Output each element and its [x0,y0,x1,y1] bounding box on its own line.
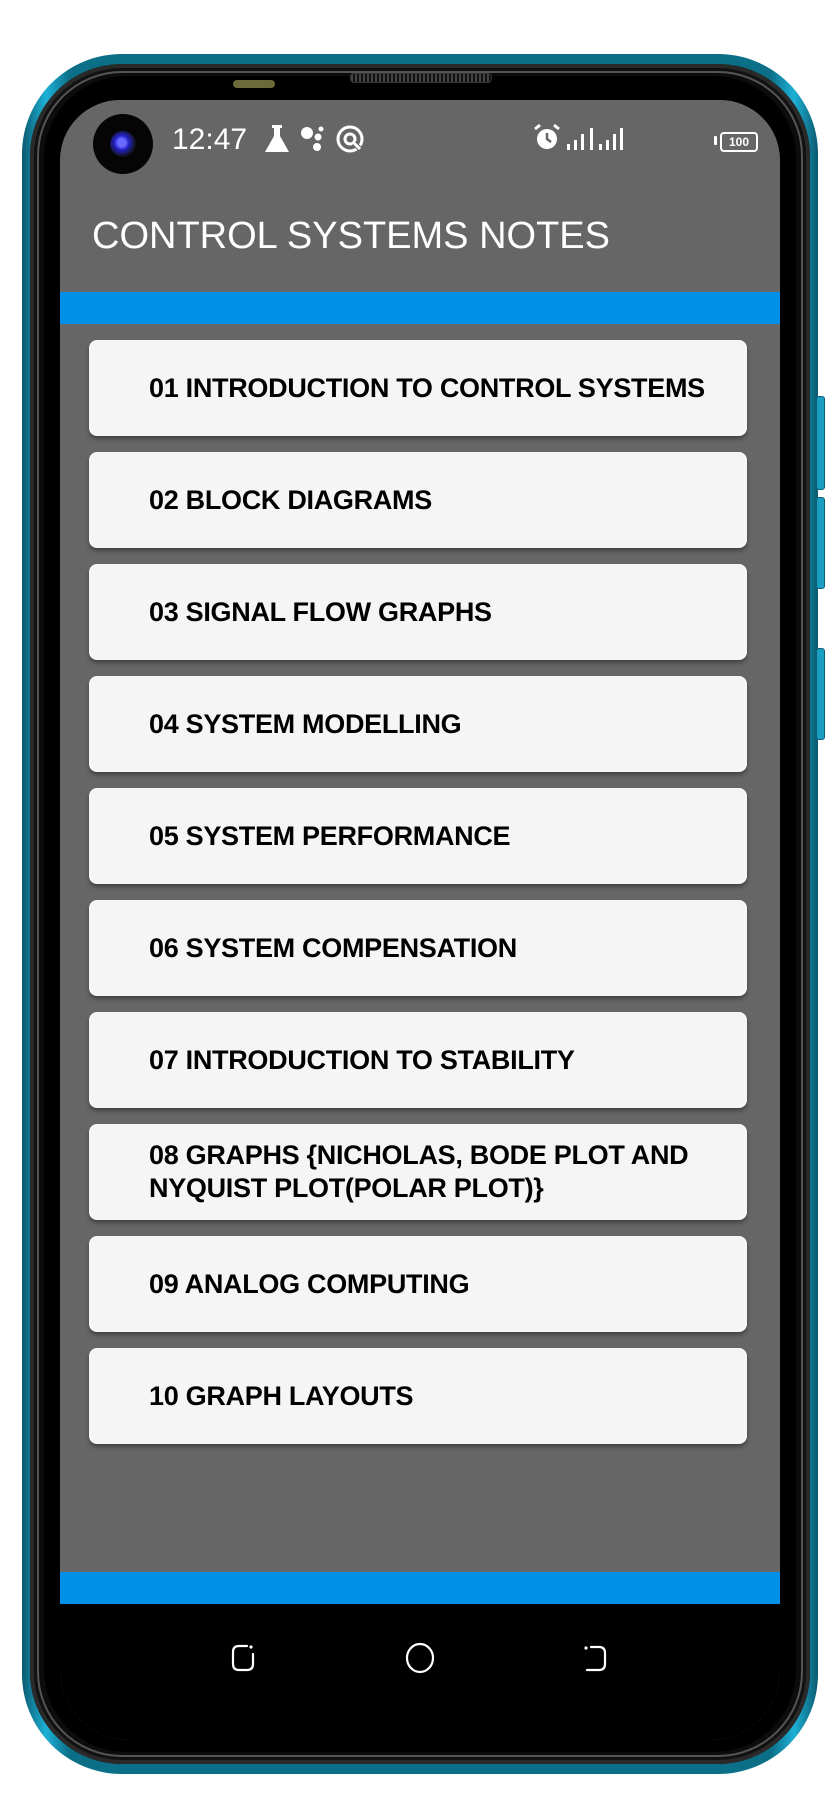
flask-icon [265,125,289,152]
chapter-label: 02 BLOCK DIAGRAMS [149,484,432,515]
front-camera [93,114,153,174]
earpiece-speaker [350,73,492,83]
battery-nub [714,136,717,145]
chapter-item[interactable]: 06 SYSTEM COMPENSATION [89,900,747,996]
chapter-item[interactable]: 10 GRAPH LAYOUTS [89,1348,747,1444]
recents-button[interactable] [221,1636,265,1680]
navigation-bar [60,1604,780,1740]
chapter-label: 06 SYSTEM COMPENSATION [149,932,517,963]
chapter-label: 07 INTRODUCTION TO STABILITY [149,1044,575,1075]
back-button[interactable] [573,1636,617,1680]
chapter-item[interactable]: 03 SIGNAL FLOW GRAPHS [89,564,747,660]
chapter-label: 04 SYSTEM MODELLING [149,708,462,739]
battery-icon: 100 [720,132,758,152]
chapter-item[interactable]: 05 SYSTEM PERFORMANCE [89,788,747,884]
home-button[interactable] [398,1636,442,1680]
volume-up-button [816,396,825,490]
chapter-item[interactable]: 02 BLOCK DIAGRAMS [89,452,747,548]
proximity-sensor [233,80,275,88]
chapter-item[interactable]: 08 GRAPHS {NICHOLAS, BODE PLOT AND NYQUI… [89,1124,747,1220]
volume-down-button [816,497,825,589]
chapter-item[interactable]: 09 ANALOG COMPUTING [89,1236,747,1332]
status-time: 12:47 [172,123,248,156]
chapter-label: 10 GRAPH LAYOUTS [149,1380,414,1411]
chapter-label: 01 INTRODUCTION TO CONTROL SYSTEMS [149,372,705,403]
status-bar: 12:47 100 [60,100,780,180]
chapter-label: 05 SYSTEM PERFORMANCE [149,820,511,851]
signal-sim2-icon [599,128,623,150]
power-button [816,648,825,740]
chapter-item[interactable]: 07 INTRODUCTION TO STABILITY [89,1012,747,1108]
chapter-item[interactable]: 01 INTRODUCTION TO CONTROL SYSTEMS [89,340,747,436]
assistant-dots-icon [301,126,324,151]
chapter-item[interactable]: 04 SYSTEM MODELLING [89,676,747,772]
data-saver-icon [336,125,364,153]
chapter-label: 08 GRAPHS {NICHOLAS, BODE PLOT AND NYQUI… [149,1140,689,1203]
footer-accent-bar [60,1572,780,1604]
header-accent-bar [60,292,780,324]
chapter-label: 03 SIGNAL FLOW GRAPHS [149,596,492,627]
app-title: CONTROL SYSTEMS NOTES [92,215,610,257]
screen: 12:47 100 CONTROL SYSTEMS NOTES 01 INTRO… [60,100,780,1740]
alarm-icon [534,123,560,149]
chapter-label: 09 ANALOG COMPUTING [149,1268,470,1299]
